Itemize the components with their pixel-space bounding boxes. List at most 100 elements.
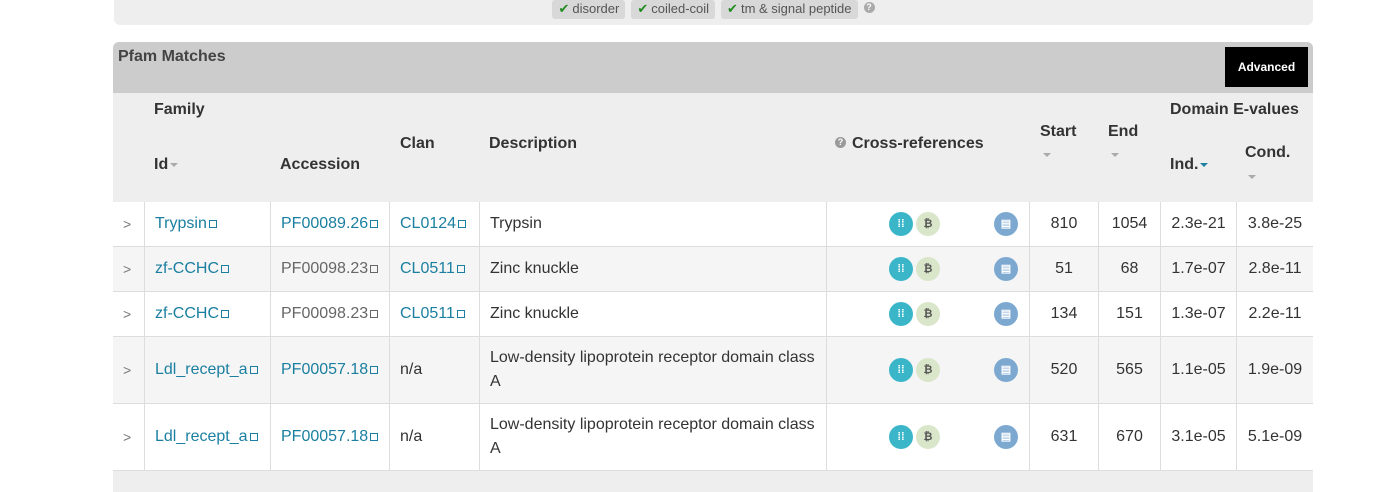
start-value: 631 [1050,428,1078,445]
filter-chip-label: coiled-coil [651,1,710,16]
filter-chip-tm-signal-peptide[interactable]: ✔ tm & signal peptide [721,0,858,19]
header-cond[interactable]: Cond. [1245,144,1290,162]
bitcoin-icon[interactable]: ₿ [916,302,940,326]
family-id-text: Ldl_recept_a [155,361,248,378]
bitcoin-icon[interactable]: ₿ [916,212,940,236]
start-value: 51 [1055,260,1073,277]
header-domain-evalues: Domain E-values [1170,101,1299,118]
family-id-text: zf-CCHC [155,305,219,322]
document-icon[interactable]: ▤ [994,302,1018,326]
table-row: > zf-CCHC PF00098.23 CL0511 Zinc knuckle… [113,247,1313,292]
header-id[interactable]: Id [154,156,179,174]
family-id-text: Ldl_recept_a [155,428,248,445]
clan-text: CL0511 [400,305,455,322]
external-link-icon [370,365,379,374]
cond-evalue: 2.2e-11 [1248,305,1302,322]
header-clan[interactable]: Clan [400,135,435,153]
filter-chip-coiled-coil[interactable]: ✔ coiled-coil [631,0,716,19]
family-id-link[interactable]: Trypsin [155,215,217,232]
clan-text: CL0124 [400,215,457,232]
description-text: Zinc knuckle [490,260,579,277]
cond-evalue: 5.1e-09 [1247,428,1303,445]
family-id-link[interactable]: zf-CCHC [155,260,229,277]
filter-chips: ✔ disorder ✔ coiled-coil ✔ tm & signal peptid… [114,0,1313,19]
question-circle-icon[interactable]: ? [835,137,846,149]
external-link-icon [456,309,465,318]
header-start[interactable]: Start [1040,123,1076,141]
expand-toggle[interactable]: > [123,358,136,382]
expand-toggle[interactable]: > [123,212,136,236]
clan-link[interactable]: CL0124 [400,215,467,232]
panel-header: Pfam Matches Advanced [113,42,1313,93]
expand-toggle[interactable]: > [123,425,136,449]
bitcoin-icon[interactable]: ₿ [916,358,940,382]
filter-chip-disorder[interactable]: ✔ disorder [552,0,626,19]
grid-icon[interactable]: ⁞⁞ [889,358,913,382]
document-icon[interactable]: ▤ [994,212,1018,236]
accession-link[interactable]: PF00098.23 [281,260,379,277]
sort-caret-icon [170,162,179,167]
table-row: > Trypsin PF00089.26 CL0124 Trypsin ⁞⁞ ₿… [113,202,1313,247]
bitcoin-icon[interactable]: ₿ [916,425,940,449]
description-text: Low-density lipoprotein receptor domain … [490,349,815,390]
header-ind[interactable]: Ind. [1170,156,1209,174]
end-value: 68 [1120,260,1139,277]
external-link-icon [370,219,379,228]
bitcoin-icon[interactable]: ₿ [916,257,940,281]
ind-evalue: 3.1e-05 [1171,428,1226,445]
accession-text: PF00057.18 [281,361,369,378]
question-circle-icon[interactable]: ? [863,2,875,14]
grid-icon[interactable]: ⁞⁞ [889,257,913,281]
family-id-text: Trypsin [155,215,207,232]
external-link-icon [370,432,379,441]
accession-link[interactable]: PF00057.18 [281,361,379,378]
end-value: 151 [1116,305,1143,322]
end-value: 670 [1116,428,1143,445]
header-cross-references-label: Cross-references [852,135,984,152]
grid-icon[interactable]: ⁞⁞ [889,212,913,236]
description-text: Trypsin [490,215,542,232]
description-text: Low-density lipoprotein receptor domain … [490,416,815,457]
end-value: 1054 [1111,215,1148,232]
family-id-link[interactable]: Ldl_recept_a [155,428,258,445]
clan-link[interactable]: CL0511 [400,305,465,322]
header-id-label: Id [154,156,169,173]
sort-caret-icon [1043,153,1051,157]
family-id-link[interactable]: Ldl_recept_a [155,361,258,378]
accession-link[interactable]: PF00098.23 [281,305,379,322]
clan-link[interactable]: CL0511 [400,260,465,277]
family-id-text: zf-CCHC [155,260,219,277]
accession-link[interactable]: PF00057.18 [281,428,379,445]
start-value: 520 [1050,361,1078,378]
header-cross-references: ? Cross-references [835,135,984,153]
header-accession[interactable]: Accession [280,156,360,174]
sort-caret-icon [1111,153,1119,157]
family-id-link[interactable]: zf-CCHC [155,305,229,322]
header-end[interactable]: End [1108,123,1138,141]
matches-table-body: > Trypsin PF00089.26 CL0124 Trypsin ⁞⁞ ₿… [113,202,1313,471]
clan-text: CL0511 [400,260,455,277]
check-icon: ✔ [637,1,649,16]
advanced-button[interactable]: Advanced [1225,47,1308,87]
start-value: 134 [1050,305,1078,322]
header-description[interactable]: Description [489,135,577,153]
grid-icon[interactable]: ⁞⁞ [889,425,913,449]
external-link-icon [208,219,217,228]
document-icon[interactable]: ▤ [994,257,1018,281]
expand-toggle[interactable]: > [123,257,136,281]
document-icon[interactable]: ▤ [994,358,1018,382]
accession-text: PF00098.23 [281,305,369,322]
check-icon: ✔ [558,1,570,16]
end-value: 565 [1116,361,1143,378]
accession-text: PF00089.26 [281,215,369,232]
grid-icon[interactable]: ⁞⁞ [889,302,913,326]
filter-chip-label: tm & signal peptide [740,1,852,16]
sort-caret-icon [1248,175,1256,179]
external-link-icon [249,365,258,374]
external-link-icon [249,432,258,441]
document-icon[interactable]: ▤ [994,425,1018,449]
pfam-matches-panel: Pfam Matches Advanced Family Id Accessio… [113,42,1313,492]
external-link-icon [221,309,229,318]
expand-toggle[interactable]: > [123,302,136,326]
accession-link[interactable]: PF00089.26 [281,215,379,232]
